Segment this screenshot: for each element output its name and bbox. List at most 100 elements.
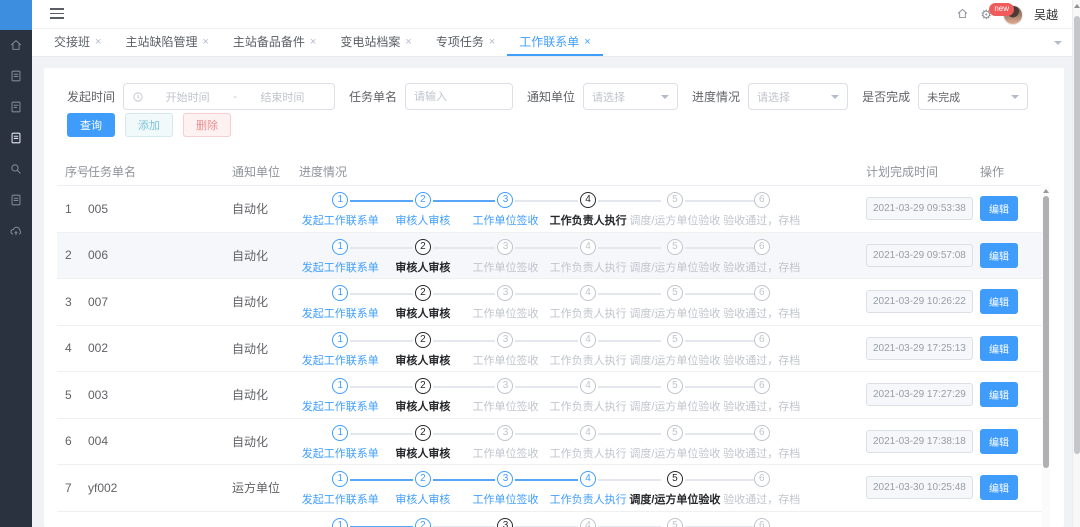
step-label: 调度/运方单位验收 — [629, 445, 720, 461]
step-number: 5 — [667, 425, 683, 441]
progress-step: 6验收通过，存档 — [720, 192, 803, 228]
document-icon[interactable] — [8, 99, 24, 115]
progress-step: 1发起工作联系单 — [299, 425, 382, 461]
row-seq: 5 — [57, 388, 88, 402]
table-row[interactable]: 7 yf002 运方单位 1发起工作联系单2审核人审核3工作单位签收4工作负责人… — [57, 465, 1042, 512]
step-label: 审核人审核 — [382, 352, 465, 368]
cloud-upload-icon[interactable] — [8, 223, 24, 239]
tab-substation-archive[interactable]: 变电站档案 × — [328, 29, 423, 56]
close-icon[interactable]: × — [202, 36, 208, 48]
document-icon[interactable] — [8, 68, 24, 84]
step-label: 发起工作联系单 — [299, 259, 382, 275]
close-icon[interactable]: × — [310, 36, 316, 48]
step-label: 工作负责人执行 — [547, 305, 630, 321]
row-task-name: 007 — [88, 295, 232, 309]
edit-button[interactable]: 编辑 — [980, 429, 1018, 454]
logo-block[interactable] — [0, 0, 32, 30]
chevron-down-icon[interactable] — [1052, 37, 1064, 49]
tab-handover[interactable]: 交接班 × — [42, 29, 113, 56]
edit-button[interactable]: 编辑 — [980, 243, 1018, 268]
col-planned-time: 计划完成时间 — [855, 163, 959, 180]
step-label: 工作单位签收 — [464, 398, 547, 414]
page-scrollbar-thumb[interactable] — [1074, 16, 1080, 454]
step-number: 2 — [415, 239, 431, 255]
table-row[interactable]: 6 004 自动化 1发起工作联系单2审核人审核3工作单位签收4工作负责人执行5… — [57, 419, 1042, 466]
is-complete-select[interactable]: 未完成 — [918, 83, 1028, 110]
close-icon[interactable]: × — [584, 36, 590, 48]
scroll-up-arrow-icon[interactable] — [1074, 4, 1080, 8]
step-number: 4 — [580, 285, 596, 301]
col-progress: 进度情况 — [299, 163, 855, 180]
step-number: 3 — [497, 518, 513, 527]
progress-step: 1发起工作联系单 — [299, 518, 382, 527]
step-number: 1 — [332, 378, 348, 394]
table-scrollbar-thumb[interactable] — [1043, 196, 1049, 468]
step-label: 发起工作联系单 — [299, 212, 382, 228]
delete-button[interactable]: 删除 — [183, 113, 231, 137]
home-icon[interactable] — [8, 37, 24, 53]
progress-steps: 1发起工作联系单2审核人审核3工作单位签收4工作负责人执行5调度/运方单位验收6… — [299, 282, 803, 321]
progress-step: 2审核人审核 — [382, 239, 465, 275]
step-number: 2 — [415, 425, 431, 441]
step-number: 1 — [332, 425, 348, 441]
page-scrollbar[interactable] — [1072, 0, 1080, 527]
add-button[interactable]: 添加 — [125, 113, 173, 137]
table-row[interactable]: 3 007 自动化 1发起工作联系单2审核人审核3工作单位签收4工作负责人执行5… — [57, 279, 1042, 326]
table-row[interactable]: 4 002 自动化 1发起工作联系单2审核人审核3工作单位签收4工作负责人执行5… — [57, 326, 1042, 373]
step-number: 3 — [497, 239, 513, 255]
planned-date: 2021-03-29 17:38:18 — [866, 430, 973, 453]
step-number: 2 — [415, 285, 431, 301]
progress-steps: 1发起工作联系单2审核人审核3工作单位签收4工作负责人执行5调度/运方单位验收6… — [299, 329, 803, 368]
table-row[interactable]: 2 006 自动化 1发起工作联系单2审核人审核3工作单位签收4工作负责人执行5… — [57, 233, 1042, 280]
row-seq: 2 — [57, 248, 88, 262]
progress-step: 2审核人审核 — [382, 425, 465, 461]
step-label: 工作负责人执行 — [547, 445, 630, 461]
edit-button[interactable]: 编辑 — [980, 382, 1018, 407]
hamburger-menu-icon[interactable] — [50, 8, 64, 20]
close-icon[interactable]: × — [405, 36, 411, 48]
task-name-label: 任务单名 — [349, 88, 397, 105]
step-number: 5 — [667, 285, 683, 301]
edit-button[interactable]: 编辑 — [980, 196, 1018, 221]
query-button[interactable]: 查询 — [67, 113, 115, 137]
date-range-picker[interactable]: 开始时间 - 结束时间 — [123, 83, 335, 110]
step-number: 5 — [667, 518, 683, 527]
notify-unit-select[interactable]: 请选择 — [583, 83, 678, 110]
tab-work-contact-sheet[interactable]: 工作联系单 × — [507, 29, 602, 56]
tab-special-task[interactable]: 专项任务 × — [424, 29, 507, 56]
col-task-name: 任务单名 — [88, 163, 232, 180]
table-scrollbar[interactable] — [1042, 186, 1050, 527]
edit-button[interactable]: 编辑 — [980, 336, 1018, 361]
close-icon[interactable]: × — [489, 36, 495, 48]
progress-select[interactable]: 请选择 — [748, 83, 848, 110]
table-row[interactable]: 5 003 自动化 1发起工作联系单2审核人审核3工作单位签收4工作负责人执行5… — [57, 372, 1042, 419]
panel-card: 发起时间 开始时间 - 结束时间 任务单名 通知单位 请选择 进度情况 请选择 — [44, 68, 1064, 527]
tab-spare-parts[interactable]: 主站备品备件 × — [221, 29, 328, 56]
document-icon[interactable] — [8, 192, 24, 208]
progress-step: 1发起工作联系单 — [299, 378, 382, 414]
progress-step: 3工作单位签收 — [464, 332, 547, 368]
table-row[interactable]: 1 005 自动化 1发起工作联系单2审核人审核3工作单位签收4工作负责人执行5… — [57, 186, 1042, 233]
tab-defect-management[interactable]: 主站缺陷管理 × — [113, 29, 220, 56]
task-name-input[interactable] — [405, 83, 513, 110]
home-icon[interactable] — [956, 7, 969, 22]
step-label: 调度/运方单位验收 — [629, 491, 720, 507]
step-number: 3 — [497, 332, 513, 348]
col-notify-unit: 通知单位 — [232, 163, 299, 180]
step-label: 工作负责人执行 — [547, 491, 630, 507]
edit-button[interactable]: 编辑 — [980, 289, 1018, 314]
table-row[interactable]: 1发起工作联系单2审核人审核3工作单位签收4工作负责人执行5调度/运方单位验收6… — [57, 512, 1042, 527]
progress-step: 3工作单位签收 — [464, 471, 547, 507]
settings-gear-icon[interactable]: ⚙ new — [980, 8, 992, 22]
row-task-name: 006 — [88, 248, 232, 262]
progress-step: 5调度/运方单位验收 — [629, 378, 720, 414]
row-seq: 7 — [57, 481, 88, 495]
step-label: 验收通过，存档 — [720, 352, 803, 368]
progress-step: 6验收通过，存档 — [720, 425, 803, 461]
close-icon[interactable]: × — [95, 36, 101, 48]
search-icon[interactable] — [8, 161, 24, 177]
document-icon[interactable] — [8, 130, 24, 146]
sidebar — [0, 0, 32, 527]
scroll-up-arrow-icon[interactable] — [1043, 189, 1049, 193]
edit-button[interactable]: 编辑 — [980, 475, 1018, 500]
